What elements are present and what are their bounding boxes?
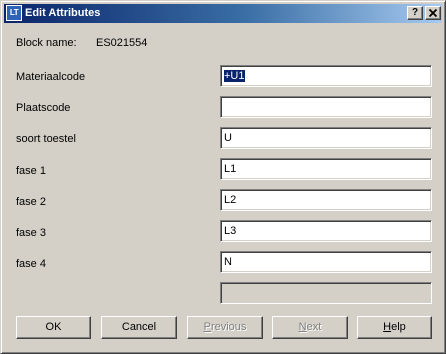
unused-attribute-field [220, 282, 432, 304]
help-button[interactable]: Help [357, 316, 432, 339]
materiaalcode-label: Materiaalcode [16, 71, 86, 83]
fase-4-label: fase 4 [16, 258, 46, 270]
fase-2-field[interactable]: L2 [220, 189, 432, 211]
edit-attributes-dialog: LT Edit Attributes ? Block name: ES02155… [0, 0, 446, 354]
fase-1-field[interactable]: L1 [220, 158, 432, 180]
close-icon [428, 8, 438, 18]
soort-toestel-field[interactable]: U [220, 127, 432, 149]
fase-1-label: fase 1 [16, 165, 46, 177]
title-close-button[interactable] [425, 6, 441, 20]
previous-button: Previous [187, 316, 263, 339]
materiaalcode-value: +U1 [224, 70, 245, 82]
plaatscode-field[interactable] [220, 96, 432, 118]
fase-3-field[interactable]: L3 [220, 220, 432, 242]
previous-mnemonic: P [203, 321, 211, 333]
dialog-title: Edit Attributes [25, 7, 101, 19]
plaatscode-label: Plaatscode [16, 102, 71, 114]
next-label-rest: ext [306, 321, 322, 333]
previous-label-rest: revious [210, 321, 247, 333]
ok-button[interactable]: OK [16, 316, 91, 339]
fase-4-field[interactable]: N [220, 251, 432, 273]
title-help-button[interactable]: ? [407, 6, 423, 20]
cancel-button[interactable]: Cancel [101, 316, 177, 339]
next-button: Next [272, 316, 348, 339]
help-label-rest: elp [391, 321, 406, 333]
app-icon: LT [6, 5, 22, 21]
fase-3-label: fase 3 [16, 227, 46, 239]
soort-toestel-label: soort toestel [16, 133, 76, 145]
materiaalcode-field[interactable]: +U1 [220, 65, 432, 87]
block-name-label: Block name: [16, 37, 77, 49]
block-name-value: ES021554 [96, 37, 148, 49]
title-bar[interactable]: LT Edit Attributes ? [4, 4, 442, 23]
help-mnemonic: H [383, 321, 392, 333]
fase-2-label: fase 2 [16, 196, 46, 208]
next-mnemonic: N [298, 321, 307, 333]
